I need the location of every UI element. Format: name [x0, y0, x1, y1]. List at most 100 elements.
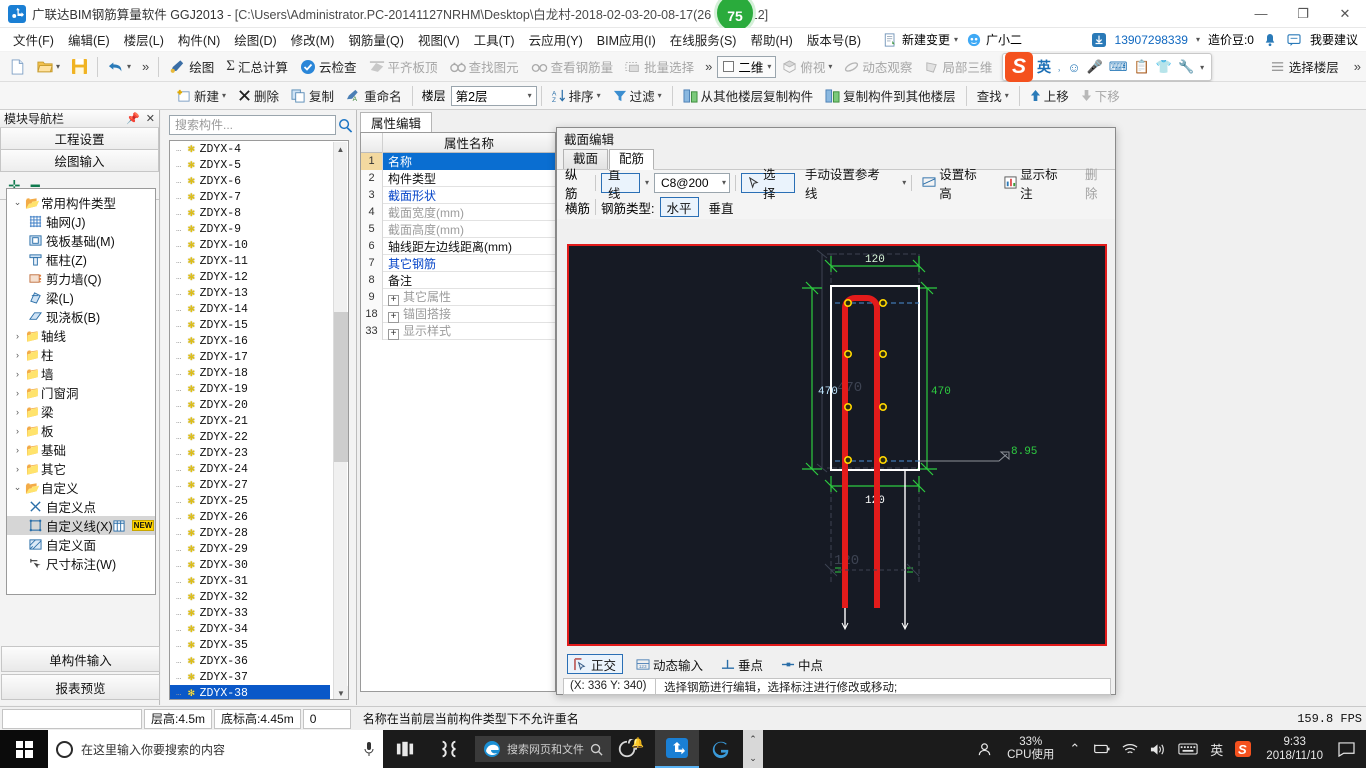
ime-mode-indicator[interactable]: 英	[1205, 740, 1228, 759]
menu-bim-app[interactable]: BIM应用(I)	[590, 28, 663, 51]
microphone-icon[interactable]: 🎤	[1087, 59, 1103, 75]
menu-view[interactable]: 视图(V)	[411, 28, 467, 51]
find-button[interactable]: 查找 ▾	[971, 84, 1015, 108]
tree-node-frame-column[interactable]: 框柱(Z)	[7, 250, 155, 269]
chevron-down-icon[interactable]: ⌄	[749, 753, 757, 764]
component-list-item[interactable]: … ✻ ZDYX-23	[170, 445, 348, 461]
component-list-item[interactable]: … ✻ ZDYX-37	[170, 669, 348, 685]
suggestion-label[interactable]: 我要建议	[1310, 31, 1358, 48]
component-list-scrollbar[interactable]: ▲ ▼	[333, 142, 348, 699]
component-list-item[interactable]: … ✻ ZDYX-15	[170, 317, 348, 333]
toolbar-overflow3-icon[interactable]: »	[1349, 59, 1366, 74]
taskbar-app-onenote[interactable]	[427, 730, 471, 768]
pin-icon[interactable]: 📌	[126, 112, 140, 125]
tree-node-custom-line[interactable]: 自定义线(X) NEW	[7, 516, 155, 535]
component-list-item[interactable]: … ✻ ZDYX-17	[170, 349, 348, 365]
tree-node-raft-foundation[interactable]: 筏板基础(M)	[7, 231, 155, 250]
punctuation-icon[interactable]: ˒	[1057, 60, 1061, 75]
cloud-check-button[interactable]: 云检查	[294, 55, 363, 79]
open-file-button[interactable]: ▾	[31, 55, 66, 79]
tree-node-cast-slab[interactable]: 现浇板(B)	[7, 307, 155, 326]
property-row[interactable]: 7 其它钢筋	[361, 254, 555, 272]
component-list-item[interactable]: … ✻ ZDYX-28	[170, 525, 348, 541]
taskbar-clock[interactable]: 9:33 2018/11/10	[1258, 735, 1331, 763]
volume-icon[interactable]	[1145, 743, 1171, 756]
align-slab-top-button[interactable]: 平齐板顶	[363, 55, 444, 79]
keyboard-icon[interactable]: ⌨	[1109, 59, 1128, 75]
copy-component-button[interactable]: 复制	[285, 84, 340, 108]
search-input[interactable]	[169, 115, 336, 135]
section-drawing-canvas[interactable]: 470 120 120 470 470 120 8.95	[567, 244, 1107, 646]
view-rebar-qty-button[interactable]: 查看钢筋量	[525, 55, 620, 79]
new-component-chevron-down-icon[interactable]: ▾	[222, 91, 226, 100]
battery-icon[interactable]	[1087, 743, 1115, 755]
component-listbox[interactable]: … ✻ ZDYX-4 … ✻ ZDYX-5 … ✻ ZDYX-6 … ✻ ZDYX-7 … ✻ ZDYX-8…	[169, 140, 349, 700]
midpoint-snap-button[interactable]: 中点	[776, 654, 828, 674]
tree-node-foundation[interactable]: › 📁 基础	[7, 440, 155, 459]
copy-to-other-floor-button[interactable]: 复制构件到其他楼层	[819, 84, 962, 108]
toolbar-overflow-icon[interactable]: »	[137, 59, 154, 74]
property-row[interactable]: 9 + 其它属性	[361, 288, 555, 306]
chevron-right-icon[interactable]: ›	[11, 426, 24, 436]
close-icon[interactable]: ✕	[146, 112, 155, 125]
open-chevron-down-icon[interactable]: ▾	[56, 62, 60, 71]
tab-project-settings[interactable]: 工程设置	[0, 128, 159, 150]
property-row[interactable]: 4 截面宽度(mm)	[361, 203, 555, 221]
taskbar-overflow-scro**[interactable]: ⌃ ⌄	[743, 730, 763, 768]
tree-node-dimension[interactable]: 尺寸标注(W)	[7, 554, 155, 573]
component-list-item[interactable]: … ✻ ZDYX-26	[170, 509, 348, 525]
keyboard-icon[interactable]	[1173, 743, 1203, 755]
property-row[interactable]: 18 + 锚固搭接	[361, 305, 555, 323]
single-component-input-button[interactable]: 单构件输入	[1, 646, 160, 672]
top-view-button[interactable]: 俯视 ▾	[776, 55, 838, 79]
component-list-item[interactable]: … ✻ ZDYX-25	[170, 493, 348, 509]
move-down-button[interactable]: 下移	[1075, 84, 1126, 108]
undo-chevron-down-icon[interactable]: ▾	[127, 62, 131, 71]
shape-chevron-down-icon[interactable]: ▾	[645, 178, 649, 187]
show-annotation-button[interactable]: 显示标注	[999, 168, 1075, 201]
component-list-item[interactable]: … ✻ ZDYX-29	[170, 541, 348, 557]
clipboard-icon[interactable]: 📋	[1134, 59, 1150, 75]
component-list-item[interactable]: … ✻ ZDYX-33	[170, 605, 348, 621]
component-list-item[interactable]: … ✻ ZDYX-13	[170, 285, 348, 301]
scroll-thumb[interactable]	[334, 312, 348, 462]
chevron-right-icon[interactable]: ›	[11, 350, 24, 360]
tree-node-custom-point[interactable]: 自定义点	[7, 497, 155, 516]
assistant-button[interactable]: 广小二	[962, 31, 1026, 48]
skin-icon[interactable]: 👕	[1156, 59, 1172, 75]
ime-mode-label[interactable]: 英	[1037, 57, 1051, 77]
set-elevation-button[interactable]: 设置标高	[917, 168, 994, 201]
menu-tools[interactable]: 工具(T)	[467, 28, 522, 51]
tree-node-custom[interactable]: ⌄ 📂 自定义	[7, 478, 155, 497]
menu-component[interactable]: 构件(N)	[171, 28, 227, 51]
component-list-item[interactable]: … ✻ ZDYX-30	[170, 557, 348, 573]
select-floor-button[interactable]: 选择楼层	[1265, 55, 1345, 79]
component-list-item[interactable]: … ✻ ZDYX-5	[170, 157, 348, 173]
tree-node-walls[interactable]: › 📁 墙	[7, 364, 155, 383]
line-shape-button[interactable]: 直线	[600, 168, 640, 201]
chevron-down-icon[interactable]: ⌄	[11, 197, 24, 208]
component-list-item[interactable]: … ✻ ZDYX-27	[170, 477, 348, 493]
taskbar-app-spiral[interactable]: 🔔	[611, 730, 655, 768]
component-list-item[interactable]: … ✻ ZDYX-35	[170, 637, 348, 653]
sogou-tray-icon[interactable]: S	[1230, 741, 1256, 757]
tree-node-custom-face[interactable]: 自定义面	[7, 535, 155, 554]
copy-from-other-floor-button[interactable]: 从其他楼层复制构件	[677, 84, 820, 108]
suggestion-icon[interactable]	[1286, 32, 1302, 48]
move-up-button[interactable]: 上移	[1024, 84, 1075, 108]
chevron-right-icon[interactable]: ›	[11, 369, 24, 379]
property-row[interactable]: 33 + 显示样式	[361, 322, 555, 340]
summary-calc-button[interactable]: Σ 汇总计算	[220, 55, 294, 79]
component-list-item[interactable]: … ✻ ZDYX-6	[170, 173, 348, 189]
property-row[interactable]: 1 名称	[361, 152, 555, 170]
expand-plus-icon[interactable]: +	[388, 294, 399, 306]
microphone-icon[interactable]	[363, 741, 375, 757]
menu-file[interactable]: 文件(F)	[6, 28, 61, 51]
menu-cloud-app[interactable]: 云应用(Y)	[522, 28, 590, 51]
expand-plus-icon[interactable]: +	[388, 311, 399, 323]
sogou-logo-icon[interactable]: S	[1005, 52, 1033, 82]
menu-version[interactable]: 版本号(B)	[800, 28, 868, 51]
sort-chevron-down-icon[interactable]: ▾	[597, 91, 601, 100]
delete-component-button[interactable]: 删除	[232, 84, 285, 108]
chevron-up-icon[interactable]: ⌃	[749, 734, 757, 745]
